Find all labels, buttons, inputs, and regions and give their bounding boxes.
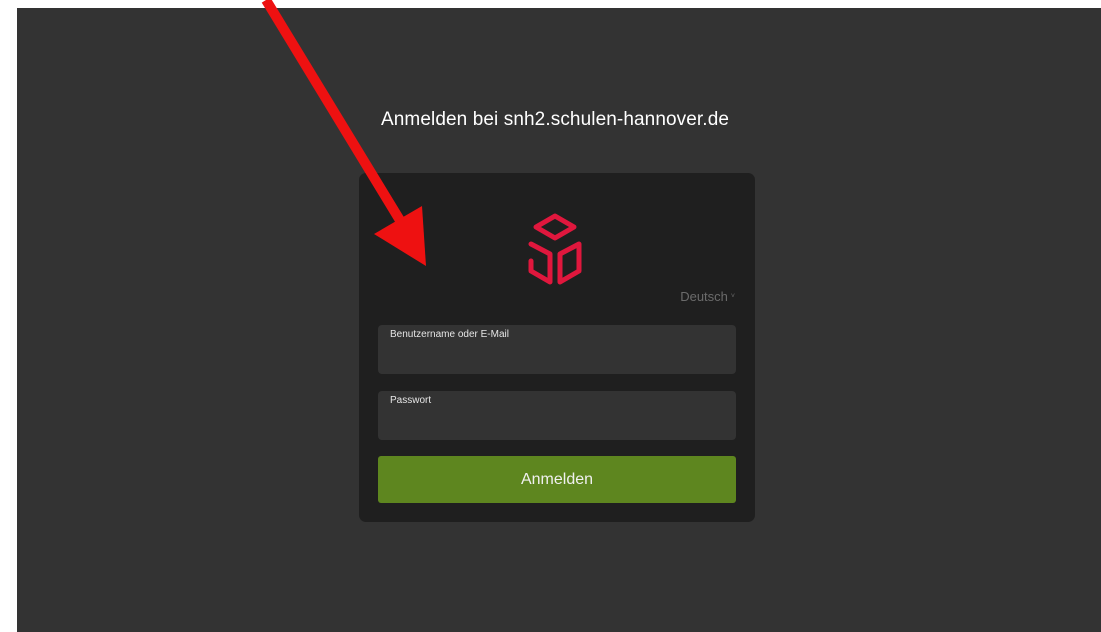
username-input[interactable] <box>390 345 724 371</box>
language-selector[interactable]: Deutsch ˅ <box>680 289 735 304</box>
password-input[interactable] <box>390 411 724 437</box>
login-button[interactable]: Anmelden <box>378 456 736 503</box>
chevron-down-icon: ˅ <box>730 293 735 300</box>
username-label: Benutzername oder E-Mail <box>390 329 509 340</box>
login-card: Deutsch ˅ Benutzername oder E-Mail Passw… <box>359 173 755 522</box>
password-field[interactable]: Passwort <box>378 391 736 440</box>
page-title: Anmelden bei snh2.schulen-hannover.de <box>380 109 730 130</box>
username-field[interactable]: Benutzername oder E-Mail <box>378 325 736 374</box>
language-label: Deutsch <box>680 289 728 304</box>
cube-logo-icon <box>528 213 582 285</box>
password-label: Passwort <box>390 395 432 406</box>
